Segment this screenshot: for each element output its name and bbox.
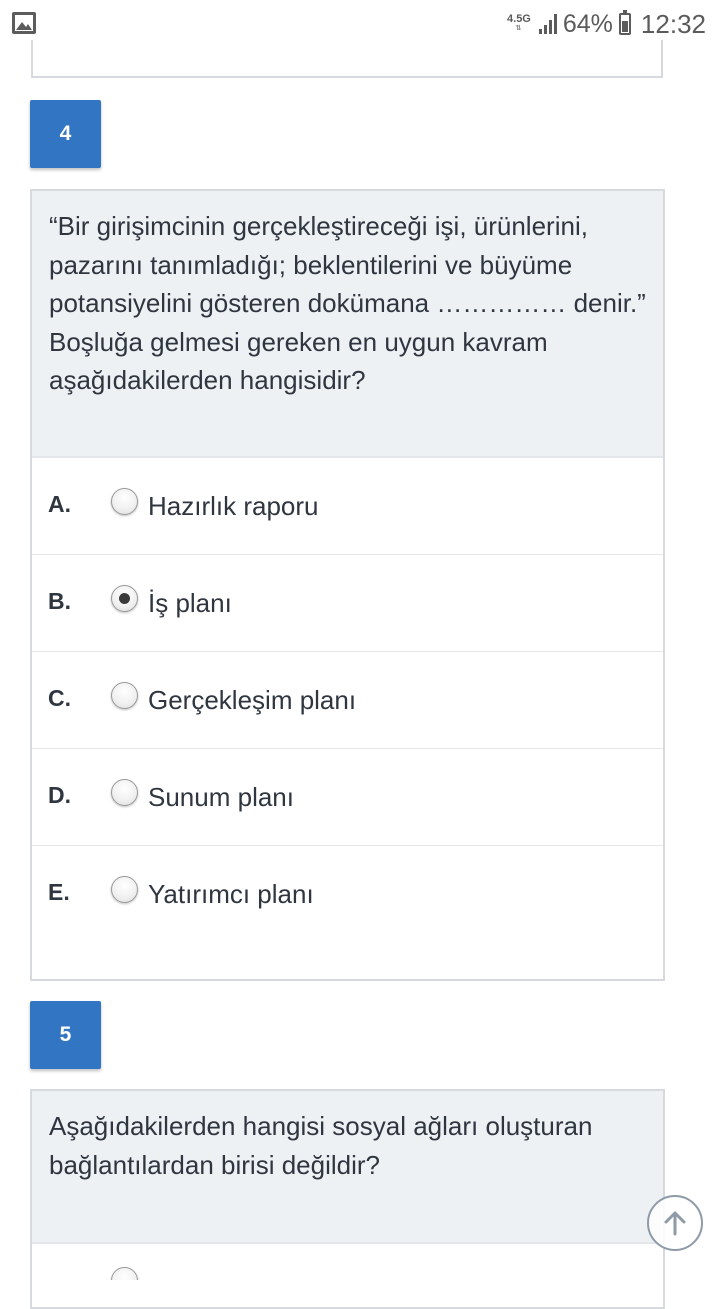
radio-button[interactable] bbox=[111, 779, 138, 806]
option-letter: A. bbox=[48, 491, 71, 517]
question-number-badge: 5 bbox=[30, 1001, 101, 1069]
option-letter: D. bbox=[48, 782, 71, 808]
battery-icon bbox=[618, 10, 631, 35]
option-text[interactable]: Hazırlık raporu bbox=[148, 491, 319, 522]
option-text[interactable]: Gerçekleşim planı bbox=[148, 685, 356, 716]
answer-option-e[interactable]: E. Yatırımcı planı bbox=[32, 846, 663, 943]
radio-button[interactable] bbox=[111, 682, 138, 709]
radio-button[interactable] bbox=[111, 488, 138, 515]
radio-button[interactable] bbox=[111, 876, 138, 903]
option-letter: C. bbox=[48, 685, 71, 711]
clock-time: 12:32 bbox=[640, 8, 706, 39]
battery-percent: 64% bbox=[562, 9, 613, 38]
arrow-up-icon bbox=[664, 1211, 686, 1236]
option-text[interactable]: Yatırımcı planı bbox=[148, 879, 314, 910]
option-text[interactable]: İş planı bbox=[148, 588, 232, 619]
answer-option-a-partial[interactable] bbox=[49, 1264, 449, 1280]
answer-option-c[interactable]: C. Gerçekleşim planı bbox=[32, 652, 663, 749]
question-number-badge: 4 bbox=[30, 100, 101, 168]
scroll-to-top-button[interactable] bbox=[647, 1195, 703, 1251]
answer-option-b[interactable]: B. İş planı bbox=[32, 555, 663, 652]
question-text: Aşağıdakilerden hangisi sosyal ağları ol… bbox=[32, 1091, 663, 1244]
radio-button-selected[interactable] bbox=[111, 585, 138, 612]
question-card: “Bir girişimcinin gerçekleştireceği işi,… bbox=[30, 189, 665, 981]
network-type: 4.5G ⇅ bbox=[507, 13, 531, 33]
option-text[interactable]: Sunum planı bbox=[148, 782, 294, 813]
signal-icon bbox=[538, 14, 557, 34]
radio-button[interactable] bbox=[111, 1267, 138, 1280]
answer-option-d[interactable]: D. Sunum planı bbox=[32, 749, 663, 846]
option-letter: B. bbox=[48, 588, 71, 614]
answer-option-a[interactable]: A. Hazırlık raporu bbox=[32, 458, 663, 555]
previous-question-card bbox=[31, 40, 663, 78]
gallery-icon bbox=[12, 12, 36, 34]
option-letter: E. bbox=[48, 879, 70, 905]
question-text: “Bir girişimcinin gerçekleştireceği işi,… bbox=[32, 191, 663, 458]
